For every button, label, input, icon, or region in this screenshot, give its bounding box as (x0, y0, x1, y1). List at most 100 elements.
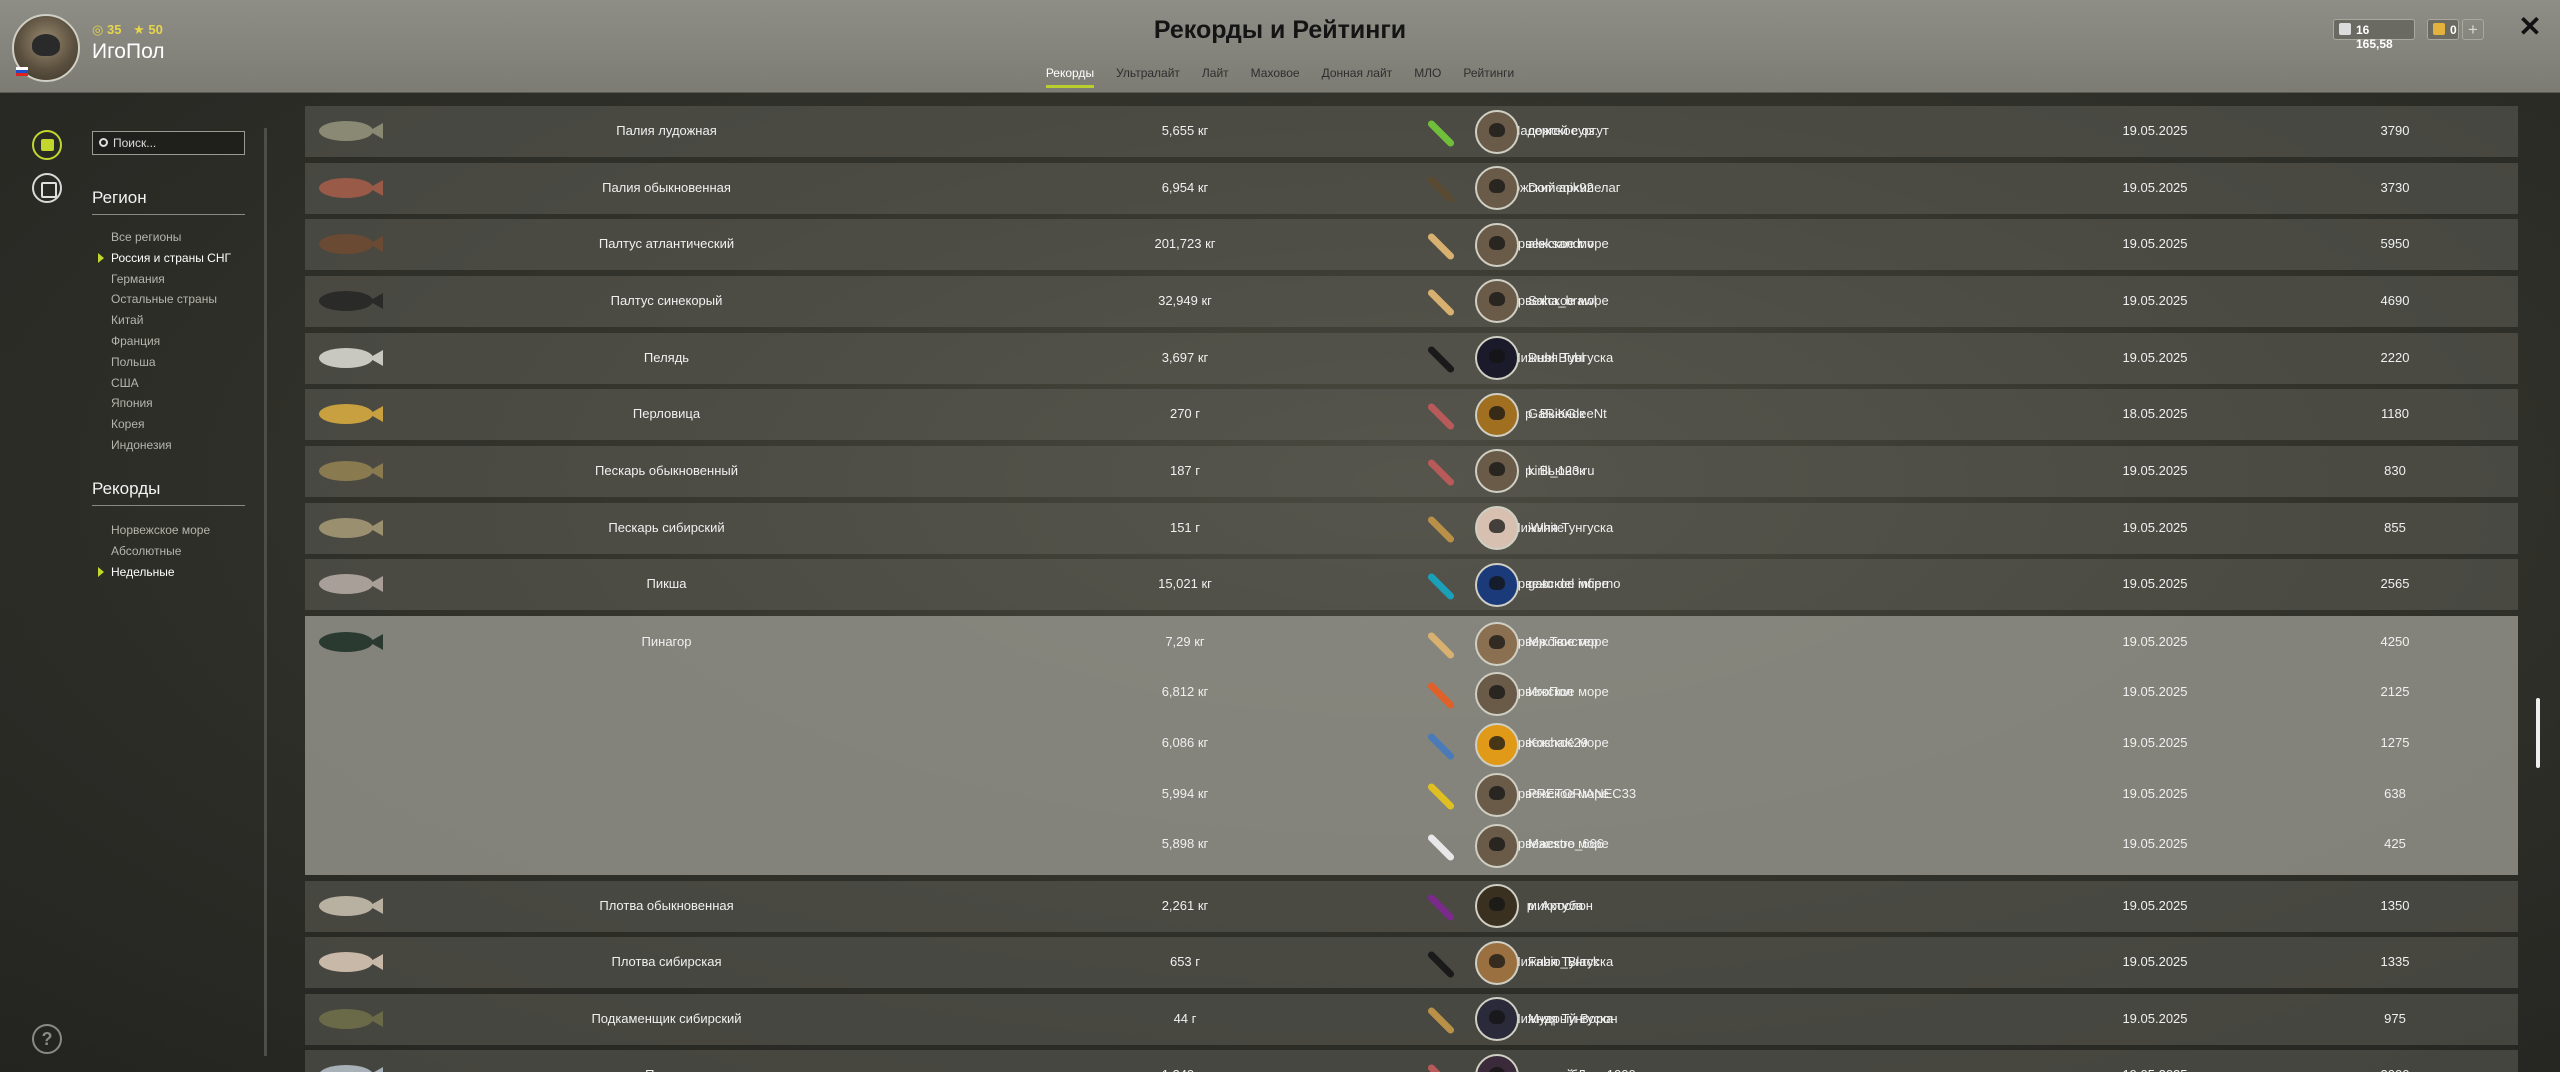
player-avatar[interactable] (1475, 506, 1519, 551)
player-avatar[interactable] (1475, 279, 1519, 324)
player-name-cell[interactable]: сергей сургут (1528, 123, 1609, 138)
fish-name-cell: Пескарь сибирский (608, 519, 725, 535)
bait-icon (1418, 1055, 1460, 1072)
region-item[interactable]: Китай (111, 313, 231, 334)
records-mode-icon[interactable] (32, 130, 62, 160)
player-name-cell[interactable]: iWhite (1528, 520, 1564, 535)
region-item[interactable]: Германия (111, 272, 231, 293)
player-name-cell[interactable]: Maestro_666 (1528, 836, 1604, 851)
region-item[interactable]: Все регионы (111, 230, 231, 251)
region-item[interactable]: Остальные страны (111, 292, 231, 313)
records-filter-item[interactable]: Недельные (97, 565, 210, 586)
date-cell: 19.05.2025 (2122, 785, 2188, 801)
player-avatar[interactable] (1475, 722, 1519, 767)
table-row[interactable]: Плотва обыкновенная 2,261 кг р. Ахтуба 19.0… (305, 880, 2518, 932)
player-avatar[interactable] (1475, 222, 1519, 267)
group-entry[interactable]: 6,812 кг Норвежское море 19.05.2025 2125 Иго… (305, 668, 2518, 719)
player-avatar[interactable] (1475, 336, 1519, 381)
weight-cell: 15,021 кг (1158, 576, 1212, 592)
player-avatar[interactable] (1475, 109, 1519, 154)
player-name-cell[interactable]: Мудрый Ворон (1528, 1011, 1618, 1026)
player-avatar[interactable] (1475, 672, 1519, 717)
search-input[interactable]: Поиск... (92, 131, 245, 155)
date-cell: 19.05.2025 (2122, 519, 2188, 535)
player-avatar[interactable] (1475, 166, 1519, 211)
player-name-cell[interactable]: кот_рыболов1000 (1528, 1067, 1636, 1072)
close-icon[interactable]: ✕ (2518, 13, 2542, 41)
group-entry[interactable]: 6,086 кг Норвежское море 19.05.2025 1275 Kos… (305, 719, 2518, 770)
tab-item[interactable]: Маховое (1251, 66, 1300, 85)
tab-item[interactable]: МЛО (1414, 66, 1441, 85)
table-row[interactable]: Пикша 15,021 кг Норвежское море 19.05.2025 2… (305, 559, 2518, 611)
table-row[interactable]: Палия лудожная 5,655 кг Ладожское оз. 19.05… (305, 106, 2518, 157)
table-row[interactable]: Перловица 270 г р. Вьюнок 18.05.2025 1180 GaR… (305, 389, 2518, 441)
player-name-cell[interactable]: ИгоПол (1528, 684, 1573, 699)
score-cell: 2220 (2380, 349, 2410, 365)
player-avatar[interactable] (1475, 824, 1519, 869)
player-name-cell[interactable]: Fabio_Black (1528, 954, 1600, 969)
group-entry[interactable]: 5,994 кг Норвежское море 19.05.2025 638 PRET… (305, 770, 2518, 821)
table-row[interactable]: Пескарь обыкновенный 187 г р. Вьюнок 19.05.… (305, 445, 2518, 497)
table-row[interactable]: Палтус атлантический 201,723 кг Норвежское… (305, 219, 2518, 271)
table-row[interactable]: Палтус синекорый 32,949 кг Норвежское море… (305, 275, 2518, 327)
player-avatar[interactable] (1475, 997, 1519, 1042)
score-cell: 2000 (2315, 1067, 2475, 1072)
bait-icon (1418, 111, 1460, 153)
region-list: Все регионы Россия и страны СНГ Германия Ос… (98, 230, 231, 459)
player-name-cell[interactable]: gato del infierno (1528, 576, 1621, 591)
tab-item[interactable]: Рекорды (1045, 66, 1095, 88)
player-name-cell[interactable]: GaRiKGleeNt (1528, 406, 1607, 421)
records-filter-item[interactable]: Норвежское море (111, 523, 210, 544)
tab-item[interactable]: Донная лайт (1322, 66, 1393, 85)
score-cell: 638 (2384, 785, 2406, 801)
player-avatar[interactable] (1475, 1053, 1519, 1072)
weight-cell: 6,954 кг (1161, 179, 1209, 195)
player-avatar[interactable] (1475, 562, 1519, 607)
region-item[interactable]: США (111, 376, 231, 397)
tab-item[interactable]: Ультралайт (1116, 66, 1180, 85)
player-avatar[interactable] (1475, 449, 1519, 494)
player-avatar[interactable] (1475, 621, 1519, 666)
player-avatar[interactable] (1475, 884, 1519, 928)
tab-item[interactable]: Рейтинги (1463, 66, 1514, 85)
group-entry[interactable]: 5,898 кг Норвежское море 19.05.2025 425 Maes… (305, 820, 2518, 871)
player-name-cell[interactable]: Dubl Bubl (1528, 350, 1584, 365)
weight-cell: 187 г (1169, 462, 1201, 478)
archive-icon[interactable] (32, 173, 62, 203)
player-name-cell[interactable]: Мр.Твистер (1528, 634, 1598, 649)
player-avatar[interactable] (1475, 940, 1519, 985)
table-row[interactable]: Палия обыкновенная 6,954 кг Ладожский архи… (305, 162, 2518, 214)
score-cell: 4690 (2380, 292, 2410, 308)
region-item[interactable]: Россия и страны СНГ (98, 251, 231, 272)
player-avatar[interactable] (1475, 392, 1519, 437)
fish-name-cell: Подуст (305, 1067, 1028, 1072)
table-row[interactable]: Плотва сибирская 653 г р. Нижняя Тунгуска 1… (305, 937, 2518, 989)
tab-item[interactable]: Лайт (1202, 66, 1229, 85)
weight-cell: 6,812 кг (1161, 684, 1209, 700)
player-name-cell[interactable]: PRETORIANEC33 (1528, 786, 1636, 801)
player-name-cell[interactable]: микрослон (1528, 898, 1593, 913)
records-filter-item[interactable]: Абсолютные (111, 544, 210, 565)
player-name-cell[interactable]: KoshaK29 (1528, 735, 1588, 750)
bait-icon (1418, 450, 1460, 492)
table-row[interactable]: Подкаменщик сибирский 44 г р. Нижняя Тунгу… (305, 993, 2518, 1045)
region-item[interactable]: Франция (111, 334, 231, 355)
search-icon (99, 138, 108, 147)
scrollbar[interactable] (2536, 698, 2540, 768)
table-row[interactable]: Подуст1,249 кгр. Северский Донец19.05.20… (305, 1050, 2518, 1072)
player-name-cell[interactable]: Domenik92 (1528, 180, 1594, 195)
region-item[interactable]: Япония (111, 396, 231, 417)
table-row[interactable]: Пескарь сибирский 151 г р. Нижняя Тунгуска… (305, 502, 2518, 554)
table-row[interactable]: Пелядь 3,697 кг р. Нижняя Тунгуска 19.05.20… (305, 332, 2518, 384)
player-name-cell[interactable]: aleksandr.v (1528, 236, 1594, 251)
group-entry[interactable]: 7,29 кг Норвежское море 19.05.2025 4250 Мр.Т… (305, 618, 2518, 669)
region-item[interactable]: Индонезия (111, 438, 231, 459)
region-item[interactable]: Польша (111, 355, 231, 376)
player-name-cell[interactable]: Saha_brawl (1528, 293, 1597, 308)
region-item[interactable]: Корея (111, 417, 231, 438)
fish-name-cell: Палия лудожная (616, 123, 717, 138)
player-name-cell[interactable]: kirill_123.ru (1528, 463, 1594, 478)
add-currency-button[interactable]: + (2462, 19, 2484, 40)
player-avatar[interactable] (1475, 773, 1519, 818)
help-icon[interactable]: ? (32, 1024, 62, 1054)
